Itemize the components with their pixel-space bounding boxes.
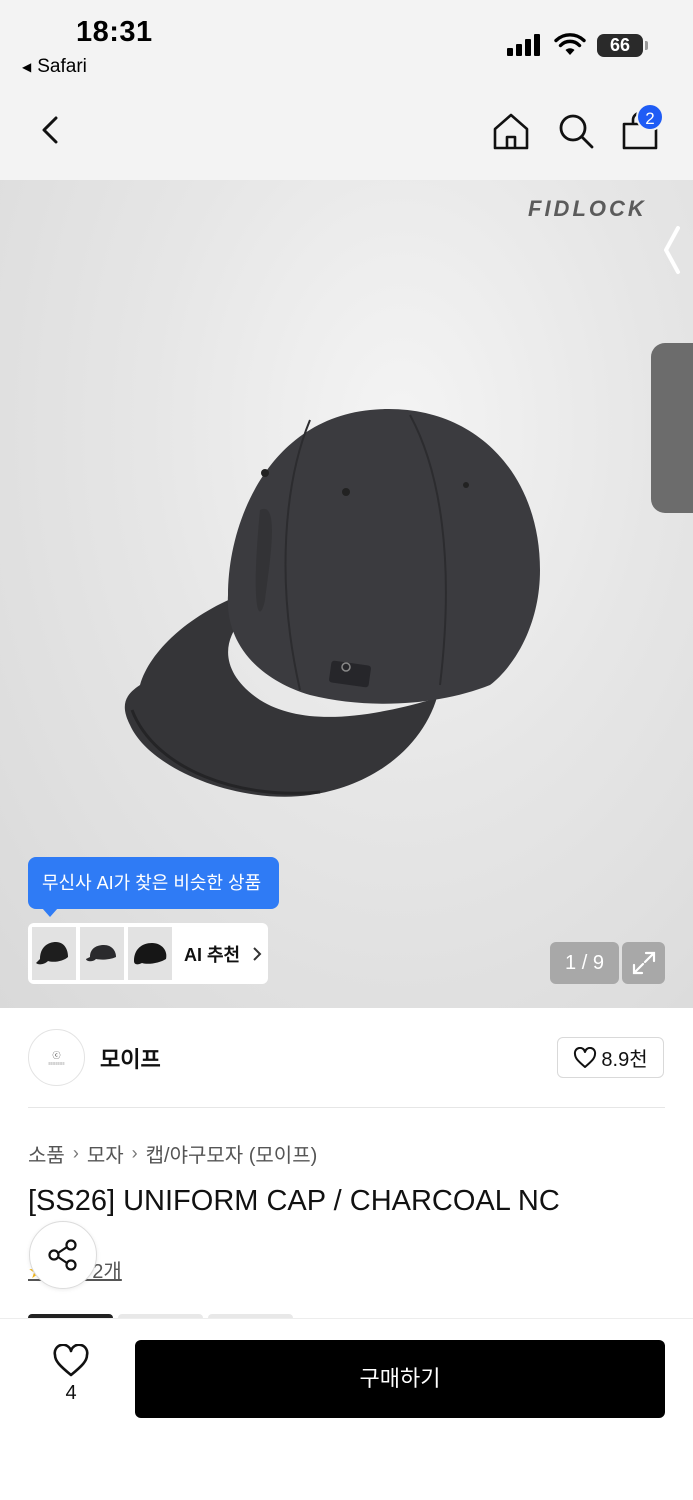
- breadcrumb-item[interactable]: 모자: [87, 1139, 124, 1168]
- heart-icon: [574, 1046, 597, 1068]
- breadcrumb: 소품 › 모자 › 캡/야구모자 (모이프): [28, 1139, 317, 1168]
- expand-icon: [632, 951, 655, 975]
- buy-button[interactable]: 구매하기: [135, 1340, 665, 1418]
- chevron-right-icon: [253, 946, 262, 961]
- status-time: 18:31: [76, 16, 153, 48]
- cellular-signal-icon: [507, 34, 540, 56]
- brand-watermark: FIDLOCK: [528, 196, 647, 221]
- ai-similar-tooltip: 무신사 AI가 찾은 비슷한 상품: [28, 857, 279, 917]
- brand-logo-text-icon: ≡≡≡≡≡≡≡: [48, 1060, 65, 1066]
- brand-name[interactable]: 모이프: [100, 1042, 161, 1074]
- ai-recommend-button[interactable]: AI 추천: [28, 923, 268, 984]
- share-button[interactable]: [29, 1221, 97, 1289]
- cart-count-badge: 2: [636, 103, 664, 131]
- wishlist-count: 4: [65, 1382, 77, 1404]
- back-arrow-icon[interactable]: [34, 110, 70, 150]
- cap-thumbnail-icon: [86, 944, 116, 961]
- image-counter: 1 / 9: [550, 942, 619, 984]
- back-app-label: Safari: [37, 56, 87, 77]
- heart-icon: [53, 1344, 89, 1377]
- cap-thumbnail-icon: [36, 941, 68, 964]
- ai-recommend-label: AI 추천: [184, 944, 241, 965]
- chevron-right-icon: ›: [72, 1143, 79, 1163]
- expand-image-button[interactable]: [622, 942, 665, 984]
- brand-logo-mark-icon: ⓒ: [52, 1050, 61, 1060]
- product-title: [SS26] UNIFORM CAP / CHARCOAL NC: [28, 1185, 560, 1217]
- search-icon[interactable]: [555, 110, 597, 152]
- divider: [28, 1107, 665, 1108]
- home-icon[interactable]: [490, 110, 532, 152]
- back-to-app-link[interactable]: ◀ Safari: [22, 56, 87, 78]
- cap-thumbnail-icon: [134, 942, 167, 964]
- product-cap-image: [124, 409, 540, 797]
- chevron-right-icon: ›: [131, 1143, 138, 1163]
- brand-like-button[interactable]: 8.9천: [557, 1037, 664, 1078]
- top-nav-bar: [0, 90, 693, 180]
- similar-item-thumb[interactable]: [32, 927, 76, 980]
- similar-item-thumb[interactable]: [128, 927, 172, 980]
- wishlist-button[interactable]: 4: [50, 1344, 92, 1405]
- brand-like-count: 8.9천: [601, 1049, 648, 1071]
- chevron-left-icon: [664, 226, 680, 274]
- side-panel-tab[interactable]: [651, 343, 693, 513]
- battery-indicator: 66: [597, 34, 648, 57]
- brand-logo[interactable]: ⓒ ≡≡≡≡≡≡≡: [28, 1029, 85, 1086]
- similar-item-thumb[interactable]: [80, 927, 124, 980]
- wifi-icon: [554, 33, 586, 55]
- breadcrumb-item[interactable]: 캡/야구모자 (모이프): [146, 1139, 318, 1168]
- share-icon: [48, 1239, 77, 1271]
- back-triangle-icon: ◀: [22, 60, 32, 74]
- status-bar: 18:31 ◀ Safari 66: [0, 0, 693, 90]
- breadcrumb-item[interactable]: 소품: [28, 1139, 65, 1168]
